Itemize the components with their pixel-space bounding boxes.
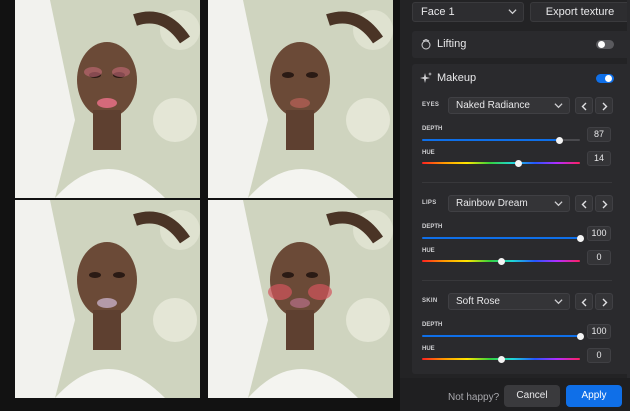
- portrait-image: [15, 200, 200, 398]
- chevron-left-icon: [581, 298, 587, 307]
- skin-preset-dropdown[interactable]: Soft Rose: [448, 293, 570, 310]
- slider-thumb[interactable]: [556, 137, 564, 144]
- lips-hue-slider[interactable]: [422, 258, 580, 265]
- lift-face-icon: [421, 39, 431, 50]
- lifting-section[interactable]: Lifting: [412, 31, 630, 58]
- skin-prev-button[interactable]: [575, 293, 593, 310]
- export-texture-button[interactable]: Export texture: [530, 2, 630, 22]
- divider: [422, 280, 612, 281]
- app-window: Face 1 Export texture Lifting Makeup EYE…: [0, 0, 630, 411]
- cancel-button[interactable]: Cancel: [504, 385, 560, 407]
- slider-thumb[interactable]: [498, 356, 505, 363]
- makeup-label: Makeup: [437, 72, 477, 84]
- makeup-toggle[interactable]: [596, 74, 614, 83]
- portrait-image: [15, 0, 200, 198]
- chevron-left-icon: [581, 102, 587, 111]
- eyes-prev-button[interactable]: [575, 97, 593, 114]
- lips-preset-value: Rainbow Dream: [456, 198, 528, 209]
- skin-next-button[interactable]: [595, 293, 613, 310]
- chevron-down-icon: [554, 299, 563, 305]
- photo-variant-3[interactable]: [208, 200, 393, 398]
- face-select-value: Face 1: [421, 6, 455, 18]
- slider-thumb[interactable]: [577, 333, 584, 340]
- eyes-preset-value: Naked Radiance: [456, 100, 530, 111]
- lips-depth-value[interactable]: 100: [587, 226, 611, 241]
- face-select-dropdown[interactable]: Face 1: [412, 2, 524, 22]
- lips-hue-value[interactable]: 0: [587, 250, 611, 265]
- eyes-depth-slider[interactable]: [422, 137, 580, 144]
- photo-variant-1[interactable]: [208, 0, 393, 198]
- slider-thumb[interactable]: [515, 160, 523, 167]
- eyes-label: EYES: [422, 102, 440, 108]
- eyes-preset-dropdown[interactable]: Naked Radiance: [448, 97, 570, 114]
- skin-preset-value: Soft Rose: [456, 296, 500, 307]
- slider-thumb[interactable]: [498, 258, 505, 265]
- chevron-right-icon: [602, 298, 608, 307]
- photo-grid: [0, 0, 400, 411]
- lips-depth-label: DEPTH: [422, 224, 443, 230]
- sparkle-icon: [420, 72, 432, 83]
- eyes-hue-label: HUE: [422, 150, 435, 156]
- skin-depth-label: DEPTH: [422, 322, 443, 328]
- lips-depth-slider[interactable]: [422, 235, 584, 242]
- toggle-knob: [598, 41, 605, 48]
- photo-variant-2[interactable]: [15, 200, 200, 398]
- chevron-down-icon: [554, 103, 563, 109]
- lips-preset-dropdown[interactable]: Rainbow Dream: [448, 195, 570, 212]
- skin-hue-slider[interactable]: [422, 356, 580, 363]
- photo-original[interactable]: [15, 0, 200, 198]
- eyes-next-button[interactable]: [595, 97, 613, 114]
- lifting-label: Lifting: [437, 38, 467, 50]
- skin-hue-value[interactable]: 0: [587, 348, 611, 363]
- eyes-hue-value[interactable]: 14: [587, 151, 611, 166]
- makeup-section: Makeup EYES Naked Radiance DEPTH 87 HUE: [412, 64, 630, 374]
- lips-hue-label: HUE: [422, 248, 435, 254]
- chevron-right-icon: [602, 102, 608, 111]
- not-happy-text: Not happy?: [448, 392, 500, 403]
- chevron-right-icon: [602, 200, 608, 209]
- eyes-hue-slider[interactable]: [422, 160, 580, 167]
- portrait-image: [208, 0, 393, 198]
- panel-topbar: Face 1 Export texture: [412, 0, 630, 22]
- panel-footer: Not happy? Cancel Apply: [400, 378, 630, 411]
- lips-label: LIPS: [422, 200, 437, 206]
- portrait-image: [208, 200, 393, 398]
- lips-prev-button[interactable]: [575, 195, 593, 212]
- lips-next-button[interactable]: [595, 195, 613, 212]
- skin-label: SKIN: [422, 298, 438, 304]
- eyes-depth-value[interactable]: 87: [587, 127, 611, 142]
- divider: [422, 182, 612, 183]
- apply-button[interactable]: Apply: [566, 385, 622, 407]
- slider-thumb[interactable]: [577, 235, 584, 242]
- chevron-down-icon: [554, 201, 563, 207]
- skin-depth-value[interactable]: 100: [587, 324, 611, 339]
- toggle-knob: [605, 75, 612, 82]
- skin-depth-slider[interactable]: [422, 333, 584, 340]
- eyes-depth-label: DEPTH: [422, 126, 443, 132]
- lifting-toggle[interactable]: [596, 40, 614, 49]
- settings-panel: Face 1 Export texture Lifting Makeup EYE…: [400, 0, 630, 411]
- skin-hue-label: HUE: [422, 346, 435, 352]
- chevron-left-icon: [581, 200, 587, 209]
- chevron-down-icon: [508, 9, 517, 15]
